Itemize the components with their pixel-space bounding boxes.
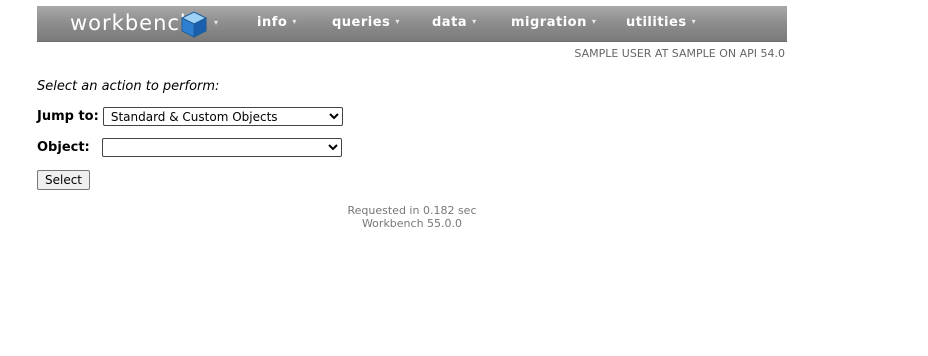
jump-to-row: Jump to: Standard & Custom Objects [37, 107, 343, 126]
menu-queries-label: queries [332, 15, 391, 30]
chevron-down-icon: ▾ [472, 17, 477, 26]
chevron-down-icon: ▾ [292, 17, 297, 26]
brand-name[interactable]: workbench [70, 11, 194, 35]
menu-info-label: info [257, 15, 288, 30]
object-row: Object: [37, 138, 342, 157]
page-footer: Requested in 0.182 sec Workbench 55.0.0 [312, 204, 512, 230]
menu-queries[interactable]: queries ▾ [332, 15, 400, 30]
jump-to-select[interactable]: Standard & Custom Objects [102, 107, 343, 126]
top-navbar: workbench ▾ info ▾ queries ▾ data ▾ migrati… [37, 6, 787, 42]
select-button[interactable]: Select [37, 170, 90, 190]
menu-utilities[interactable]: utilities ▾ [626, 15, 696, 30]
user-info: SAMPLE USER AT SAMPLE ON API 54.0 [574, 47, 785, 60]
object-select[interactable] [101, 138, 342, 157]
menu-data-label: data [432, 15, 468, 30]
chevron-down-icon: ▾ [691, 17, 697, 26]
menu-migration-label: migration [511, 15, 587, 30]
workbench-version: Workbench 55.0.0 [361, 217, 463, 230]
object-label: Object: [37, 140, 90, 155]
request-time: Requested in 0.182 sec [347, 204, 477, 217]
chevron-down-icon: ▾ [591, 17, 597, 26]
menu-migration[interactable]: migration ▾ [511, 15, 596, 30]
menu-data[interactable]: data ▾ [432, 15, 477, 30]
menu-utilities-label: utilities [626, 15, 687, 30]
chevron-down-icon: ▾ [395, 17, 400, 26]
menu-info[interactable]: info ▾ [257, 15, 297, 30]
brand-dropdown-caret-icon[interactable]: ▾ [214, 18, 218, 27]
action-prompt: Select an action to perform: [37, 79, 220, 94]
cube-icon [180, 11, 208, 38]
jump-to-label: Jump to: [37, 109, 99, 124]
